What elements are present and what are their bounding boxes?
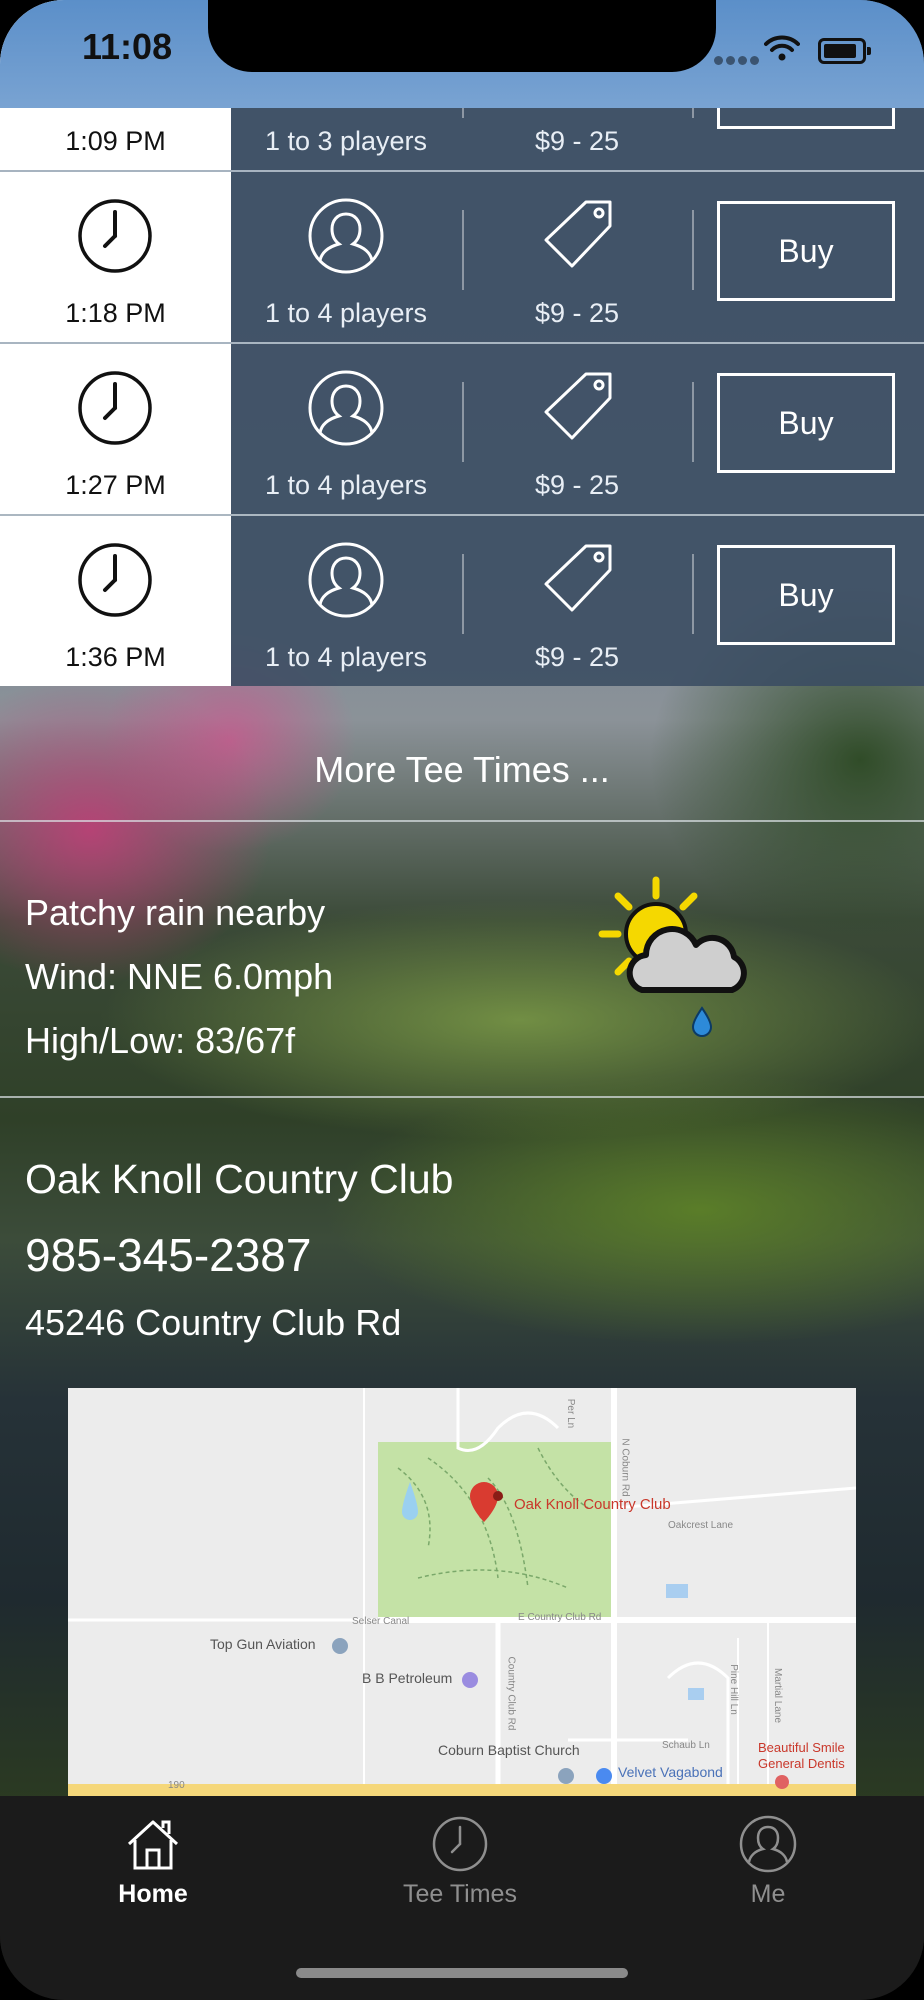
map-road: Selser Canal (352, 1616, 410, 1627)
club-phone-link[interactable]: 985-345-2387 (25, 1228, 311, 1282)
players-label: 1 to 4 players (264, 642, 428, 672)
divider (692, 554, 694, 634)
buy-button[interactable]: Buy (717, 373, 895, 473)
tee-time-row[interactable]: 1:18 PM 1 to 4 players $9 - 25 Buy (0, 172, 924, 344)
map-place: Coburn Baptist Church (438, 1742, 580, 1758)
price-label: $9 - 25 (534, 126, 620, 156)
divider (692, 210, 694, 290)
tab-label: Me (750, 1880, 786, 1908)
more-tee-times-link[interactable]: More Tee Times ... (0, 718, 924, 822)
map-place: Top Gun Aviation (210, 1636, 316, 1652)
tee-time-cell: 1:36 PM (0, 516, 231, 686)
tee-time-label: 1:09 PM (65, 126, 166, 156)
map-road: N Coburn Rd (619, 1438, 631, 1497)
course-map[interactable]: Oak Knoll Country Club Top Gun Aviation … (68, 1388, 856, 1796)
tab-tee-times[interactable]: Tee Times (360, 1814, 560, 1909)
price-label: $9 - 25 (534, 470, 620, 500)
section-divider (0, 1096, 924, 1098)
tab-home[interactable]: Home (53, 1814, 253, 1909)
club-name: Oak Knoll Country Club (25, 1156, 454, 1202)
divider (462, 210, 464, 290)
battery-icon (818, 38, 871, 64)
map-road: Martial Lane (772, 1667, 784, 1724)
person-icon (308, 198, 384, 274)
map-pin-label: Oak Knoll Country Club (514, 1496, 671, 1513)
notch (208, 0, 716, 72)
divider (462, 554, 464, 634)
divider (692, 382, 694, 462)
weather-high-low: High/Low: 83/67f (25, 1020, 296, 1061)
home-icon (127, 1820, 179, 1870)
buy-button[interactable]: Buy (717, 201, 895, 301)
section-divider (0, 820, 924, 822)
person-icon (739, 1815, 797, 1873)
tee-time-row[interactable]: 1:27 PM 1 to 4 players $9 - 25 Buy (0, 344, 924, 516)
buy-button[interactable]: Buy (717, 545, 895, 645)
map-place: Velvet Vagabond (618, 1764, 723, 1780)
person-icon (308, 370, 384, 446)
clock-icon (78, 543, 152, 617)
wifi-icon (764, 35, 800, 61)
weather-wind: Wind: NNE 6.0mph (25, 956, 334, 997)
clock-icon (78, 371, 152, 445)
tee-time-cell: 1:18 PM (0, 172, 231, 342)
clock-icon (432, 1816, 488, 1872)
app-screen: 1:09 PM 1 to 3 players $9 - 25 Buy 1:18 … (0, 0, 924, 2000)
price-tag-icon (544, 544, 612, 612)
person-icon (308, 542, 384, 618)
tee-time-label: 1:18 PM (65, 298, 166, 328)
map-place: General Dentis (758, 1756, 845, 1771)
home-indicator[interactable] (296, 1968, 628, 1978)
tab-me[interactable]: Me (668, 1814, 868, 1909)
signal-icon (714, 52, 762, 70)
clock-icon (78, 199, 152, 273)
tee-time-row[interactable]: 1:36 PM 1 to 4 players $9 - 25 Buy (0, 516, 924, 686)
map-road: 190 (168, 1780, 185, 1791)
divider (462, 382, 464, 462)
price-label: $9 - 25 (534, 298, 620, 328)
map-road: Country Club Rd (505, 1656, 517, 1731)
players-label: 1 to 4 players (264, 298, 428, 328)
sun-cloud-rain-icon (598, 876, 747, 1037)
price-label: $9 - 25 (534, 642, 620, 672)
map-road: Oakcrest Lane (668, 1520, 734, 1531)
map-place: Beautiful Smile (758, 1740, 845, 1755)
price-tag-icon (544, 200, 612, 268)
map-road: E Country Club Rd (518, 1612, 602, 1623)
weather-condition: Patchy rain nearby (25, 892, 326, 933)
map-place: B B Petroleum (362, 1670, 453, 1686)
status-bar: 11:08 (0, 0, 924, 108)
players-label: 1 to 4 players (264, 470, 428, 500)
map-road: Per Ln (565, 1398, 577, 1429)
tee-time-label: 1:27 PM (65, 470, 166, 500)
tee-time-label: 1:36 PM (65, 642, 166, 672)
club-address[interactable]: 45246 Country Club Rd (25, 1302, 401, 1344)
players-label: 1 to 3 players (264, 126, 428, 156)
tee-time-cell: 1:27 PM (0, 344, 231, 514)
price-tag-icon (544, 372, 612, 440)
map-road: Pine Hill Ln (727, 1664, 739, 1715)
tab-label: Tee Times (403, 1880, 517, 1908)
status-time: 11:08 (82, 26, 173, 67)
map-road: Schaub Ln (662, 1740, 710, 1751)
map-roads (68, 1388, 856, 1796)
tab-label: Home (118, 1880, 188, 1908)
